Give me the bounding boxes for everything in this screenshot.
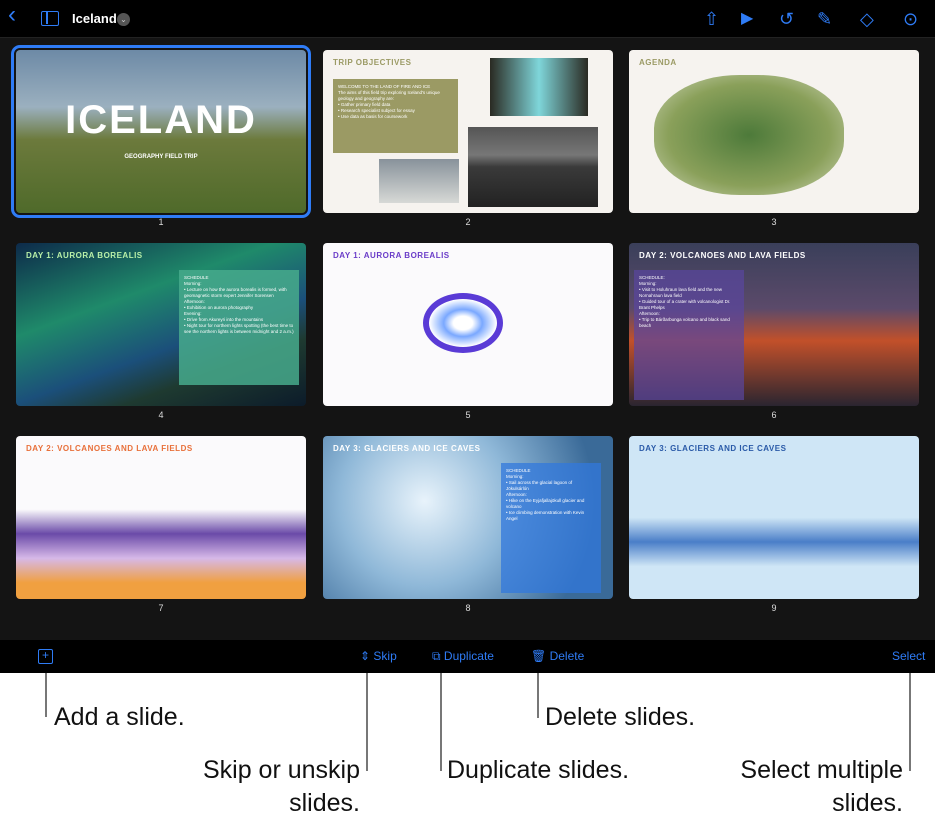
slide-title: AGENDA (639, 58, 677, 67)
geothermal-image (379, 159, 459, 203)
slide-thumbnail-8[interactable]: DAY 3: GLACIERS AND ICE CAVES SCHEDULE M… (323, 436, 613, 599)
play-icon[interactable]: ▶ (741, 8, 753, 30)
add-slide-button[interactable]: + (38, 649, 53, 664)
duplicate-label: Duplicate (443, 649, 494, 663)
callout-skip-line2: slides. (289, 789, 360, 817)
format-brush-icon[interactable]: ✎ (817, 8, 832, 30)
slide-number: 8 (465, 603, 471, 613)
slide-title: DAY 1: AURORA BOREALIS (333, 251, 450, 260)
slide-text-box: SCHEDULE Morning: • Sail across the glac… (501, 463, 601, 593)
slide-subtitle: GEOGRAPHY FIELD TRIP (124, 154, 198, 160)
slide-thumbnail-1[interactable]: ICELAND GEOGRAPHY FIELD TRIP (11, 45, 311, 218)
callout-add: Add a slide. (54, 703, 185, 731)
slide-title: DAY 2: VOLCANOES AND LAVA FIELDS (26, 444, 193, 453)
duplicate-icon: ⧉ (432, 649, 441, 663)
sidebar-icon[interactable] (41, 11, 59, 26)
slide-number: 4 (158, 410, 164, 420)
callout-line (440, 673, 442, 771)
light-table: ICELAND GEOGRAPHY FIELD TRIP 1 TRIP OBJE… (0, 38, 935, 640)
callout-line (366, 673, 368, 771)
undo-icon[interactable]: ↺ (779, 8, 794, 30)
share-icon[interactable]: ⇧ (704, 8, 719, 30)
animate-icon[interactable]: ◇ (860, 8, 874, 30)
lagoon-image (490, 58, 588, 116)
callout-select: Select multiple slides. (740, 754, 903, 820)
back-icon[interactable]: ‹ (8, 3, 16, 27)
slide-title: DAY 1: AURORA BOREALIS (26, 251, 143, 260)
slide-number: 1 (158, 217, 164, 227)
slide-thumbnail-5[interactable]: DAY 1: AURORA BOREALIS (323, 243, 613, 406)
plus-square-icon: + (41, 648, 49, 662)
slide-title: DAY 3: GLACIERS AND ICE CAVES (333, 444, 481, 453)
slide-text-box: SCHEDULE Morning: • Lecture on how the a… (179, 270, 299, 385)
slide-thumbnail-2[interactable]: TRIP OBJECTIVES WELCOME TO THE LAND OF F… (323, 50, 613, 213)
select-button[interactable]: Select (892, 649, 925, 663)
top-toolbar: ‹ Iceland ⌄ ⇧ ▶ ↺ ✎ ◇ ⊙ (0, 0, 935, 38)
slide-number: 2 (465, 217, 471, 227)
slide-thumbnail-6[interactable]: DAY 2: VOLCANOES AND LAVA FIELDS SCHEDUL… (629, 243, 919, 406)
iceland-map (654, 75, 844, 195)
delete-label: Delete (549, 649, 585, 663)
slide-title: ICELAND (65, 98, 257, 142)
bottom-toolbar: + ⇕ Skip ⧉ Duplicate 🗑 Delete Select (0, 640, 935, 673)
slide-number: 7 (158, 603, 164, 613)
slide-thumbnail-4[interactable]: DAY 1: AURORA BOREALIS SCHEDULE Morning:… (16, 243, 306, 406)
slide-number: 5 (465, 410, 471, 420)
callout-skip: Skip or unskip slides. (203, 754, 360, 820)
callout-line (45, 673, 47, 717)
magnetosphere-diagram (423, 293, 503, 353)
callout-select-line1: Select multiple (740, 756, 903, 784)
skip-button[interactable]: ⇕ Skip (360, 649, 397, 663)
slide-title: TRIP OBJECTIVES (333, 58, 412, 67)
callout-select-line2: slides. (832, 789, 903, 817)
trash-icon: 🗑 (531, 649, 547, 663)
slide-number: 6 (771, 410, 777, 420)
callout-line (537, 673, 539, 718)
slide-thumbnail-3[interactable]: AGENDA (629, 50, 919, 213)
duplicate-button[interactable]: ⧉ Duplicate (432, 649, 494, 664)
slide-title: DAY 3: GLACIERS AND ICE CAVES (639, 444, 787, 453)
slide-thumbnail-9[interactable]: DAY 3: GLACIERS AND ICE CAVES (629, 436, 919, 599)
slide-thumbnail-7[interactable]: DAY 2: VOLCANOES AND LAVA FIELDS (16, 436, 306, 599)
more-icon[interactable]: ⊙ (903, 8, 918, 30)
slide-number: 9 (771, 603, 777, 613)
lava-fields-image (468, 127, 598, 207)
skip-label: Skip (373, 649, 397, 663)
callout-delete: Delete slides. (545, 703, 696, 731)
slide-text-box: WELCOME TO THE LAND OF FIRE AND ICE The … (333, 79, 458, 153)
slide-number: 3 (771, 217, 777, 227)
slide-text-box: SCHEDULE: Morning: • Visit to Holuhraun … (634, 270, 744, 400)
callout-skip-line1: Skip or unskip (202, 756, 360, 784)
chevron-down-icon[interactable]: ⌄ (117, 13, 130, 26)
delete-button[interactable]: 🗑 Delete (531, 649, 584, 663)
document-title[interactable]: Iceland (72, 11, 117, 26)
slide-title: DAY 2: VOLCANOES AND LAVA FIELDS (639, 251, 806, 260)
skip-icon: ⇕ (360, 649, 371, 663)
callout-duplicate: Duplicate slides. (447, 756, 630, 784)
callout-line (909, 673, 911, 771)
